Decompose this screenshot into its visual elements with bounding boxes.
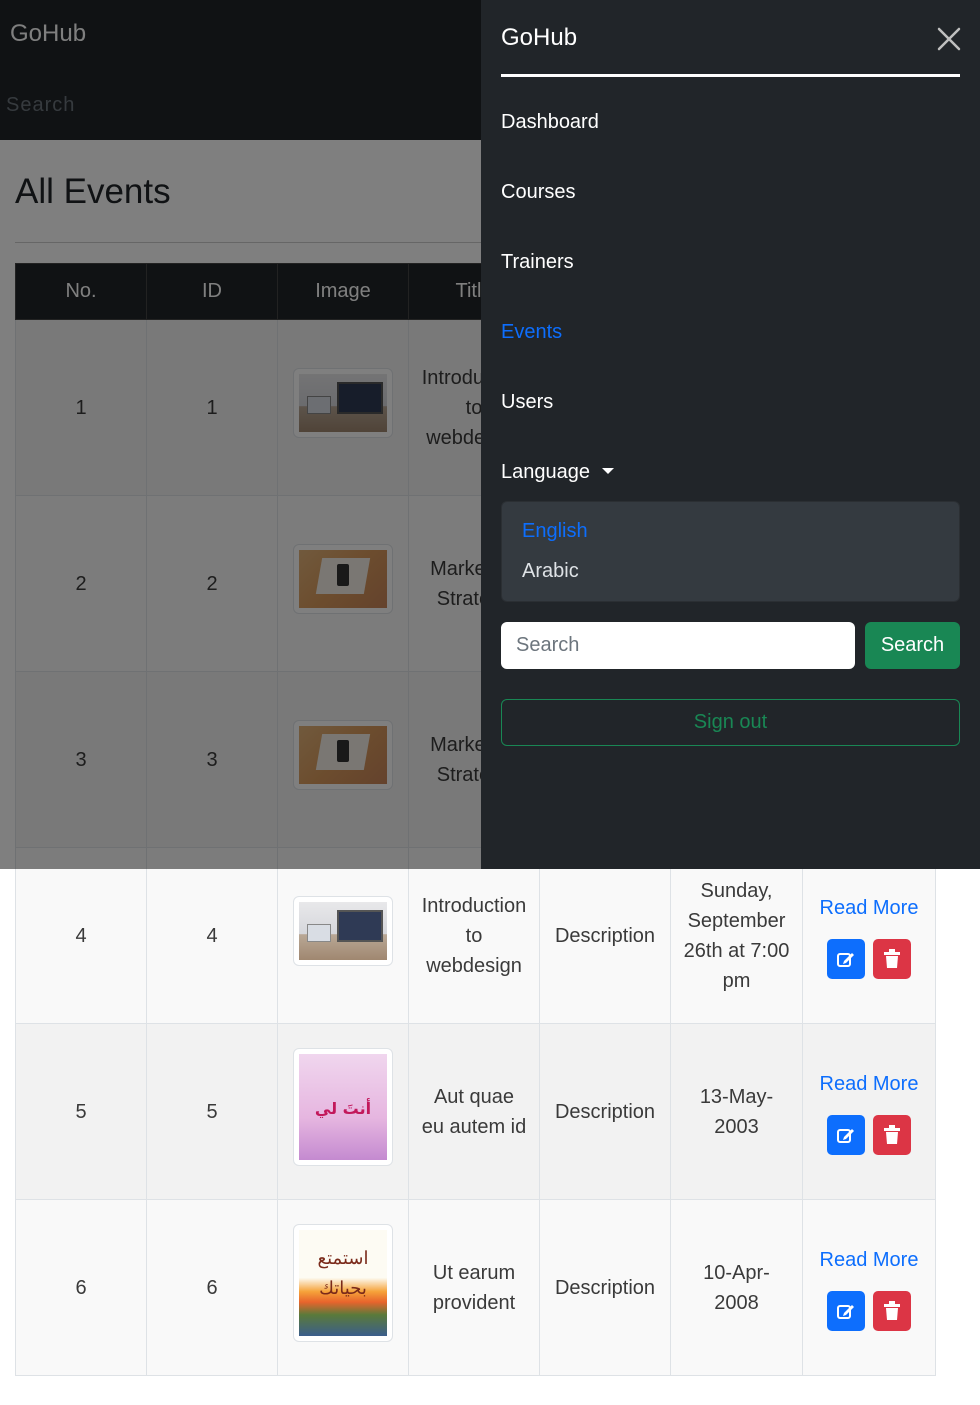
edit-icon	[837, 952, 854, 967]
caret-down-icon	[601, 468, 614, 474]
event-thumbnail	[293, 896, 393, 966]
edit-icon	[837, 1128, 854, 1143]
cell-description: Description	[539, 1199, 671, 1376]
delete-button[interactable]	[873, 1114, 911, 1155]
cell-actions: Read More	[802, 847, 936, 1024]
trash-icon	[884, 948, 900, 968]
page: GoHub Search All Events No. ID Image Tit…	[0, 0, 980, 1405]
edit-button[interactable]	[827, 938, 865, 979]
cell-date: 13-May-2003	[670, 1023, 803, 1200]
book-cover-pink: أنتَ لي	[299, 1054, 387, 1160]
event-thumbnail: استمتع بحياتك	[293, 1224, 393, 1342]
cell-title: Ut earum provident	[408, 1199, 540, 1376]
event-thumbnail: أنتَ لي	[293, 1048, 393, 1166]
desk-photo	[299, 902, 387, 960]
cell-title: Aut quae eu autem id	[408, 1023, 540, 1200]
cell-id: 6	[146, 1199, 278, 1376]
cell-image	[277, 847, 409, 1024]
cell-date: Sunday, September 26th at 7:00 pm	[670, 847, 803, 1024]
cell-no: 4	[15, 847, 147, 1024]
nav-item-trainers[interactable]: Trainers	[501, 251, 574, 274]
read-more-link[interactable]: Read More	[815, 1069, 923, 1099]
offcanvas-search-button[interactable]: Search	[865, 622, 960, 669]
book-cover-text: استمتع بحياتك	[317, 1248, 369, 1299]
cell-no: 5	[15, 1023, 147, 1200]
book-cover-sunset: استمتع بحياتك	[299, 1230, 387, 1336]
table-row: 5 5 أنتَ لي Aut quae eu autem id Descrip…	[15, 1023, 936, 1200]
cell-id: 5	[146, 1023, 278, 1200]
read-more-link[interactable]: Read More	[815, 893, 923, 923]
nav-item-users[interactable]: Users	[501, 391, 553, 414]
action-buttons	[815, 1290, 923, 1331]
language-dropdown-toggle[interactable]: Language	[501, 461, 614, 484]
trash-icon	[884, 1124, 900, 1144]
nav-item-courses[interactable]: Courses	[501, 181, 575, 204]
cell-no: 6	[15, 1199, 147, 1376]
edit-button[interactable]	[827, 1290, 865, 1331]
language-label: Language	[501, 461, 590, 483]
edit-icon	[837, 1304, 854, 1319]
delete-button[interactable]	[873, 1290, 911, 1331]
action-buttons	[815, 938, 923, 979]
cell-actions: Read More	[802, 1023, 936, 1200]
trash-icon	[884, 1300, 900, 1320]
cell-image: استمتع بحياتك	[277, 1199, 409, 1376]
cell-date: 10-Apr-2008	[670, 1199, 803, 1376]
nav-item-events[interactable]: Events	[501, 321, 562, 344]
cell-description: Description	[539, 847, 671, 1024]
table-row: 6 6 استمتع بحياتك Ut earum provident Des…	[15, 1199, 936, 1376]
cell-id: 4	[146, 847, 278, 1024]
action-buttons	[815, 1114, 923, 1155]
close-icon[interactable]	[936, 26, 962, 52]
offcanvas-title: GoHub	[501, 24, 578, 51]
cell-actions: Read More	[802, 1199, 936, 1376]
nav-item-dashboard[interactable]: Dashboard	[501, 111, 599, 134]
language-option-arabic[interactable]: Arabic	[522, 560, 579, 583]
delete-button[interactable]	[873, 938, 911, 979]
offcanvas-search-input[interactable]: Search	[501, 622, 855, 669]
cell-description: Description	[539, 1023, 671, 1200]
offcanvas-menu: GoHub Dashboard Courses Trainers Events …	[481, 0, 980, 869]
language-dropdown-menu: English Arabic	[501, 501, 960, 602]
cell-image: أنتَ لي	[277, 1023, 409, 1200]
edit-button[interactable]	[827, 1114, 865, 1155]
read-more-link[interactable]: Read More	[815, 1245, 923, 1275]
book-cover-text: أنتَ لي	[314, 1099, 372, 1118]
sign-out-button[interactable]: Sign out	[501, 699, 960, 746]
language-option-english[interactable]: English	[522, 520, 588, 543]
cell-title: Introduction to webdesign	[408, 847, 540, 1024]
offcanvas-divider	[501, 74, 960, 77]
table-row: 4 4 Introduction to webdesign Descriptio…	[15, 847, 936, 1024]
